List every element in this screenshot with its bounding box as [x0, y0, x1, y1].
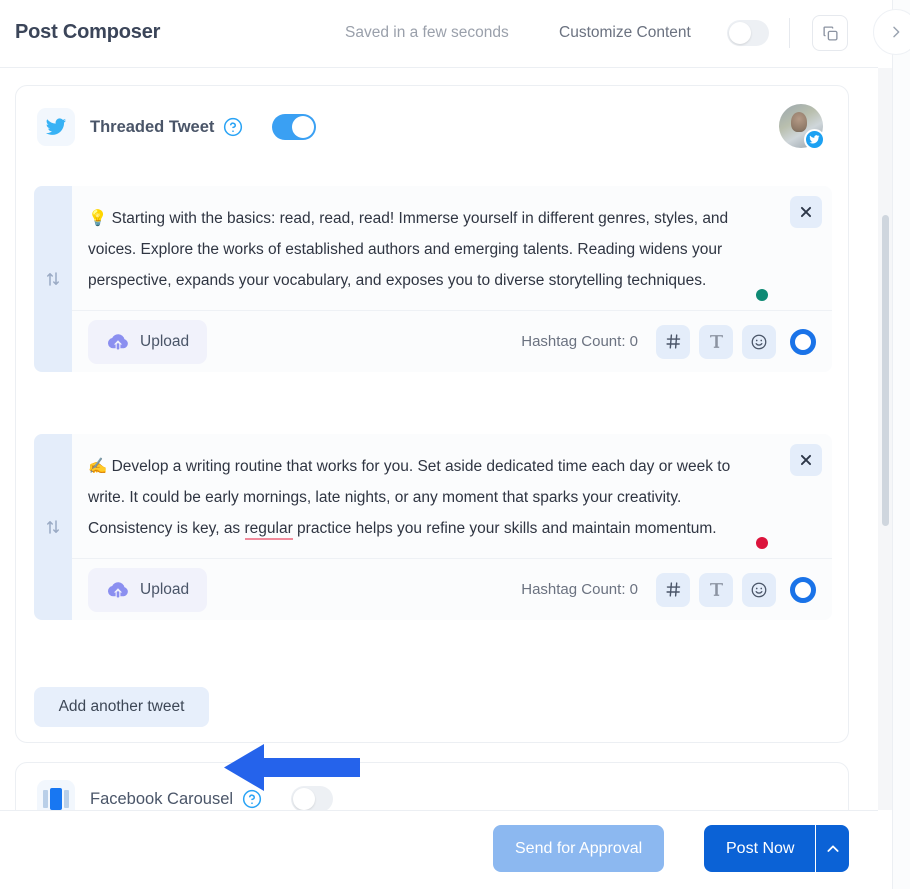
hashtag-count-label: Hashtag Count: 0	[521, 333, 638, 350]
text-format-icon	[709, 583, 723, 596]
post-now-label: Post Now	[726, 839, 795, 857]
drag-sort-icon[interactable]	[34, 186, 72, 372]
facebook-carousel-toggle[interactable]	[291, 786, 334, 810]
emoji-button[interactable]	[742, 572, 776, 607]
hashtag-icon	[665, 582, 680, 597]
tweet-toolbar: Upload Hashtag Count: 0	[72, 558, 832, 620]
cloud-upload-icon	[107, 333, 128, 349]
tweet-textarea[interactable]: 💡 Starting with the basics: read, read, …	[72, 186, 832, 310]
header-divider	[789, 18, 790, 48]
hashtag-count-label: Hashtag Count: 0	[521, 581, 638, 598]
drag-sort-glyph	[47, 520, 59, 534]
text-format-button[interactable]	[699, 324, 733, 359]
tweet-toolbar: Upload Hashtag Count: 0	[72, 310, 832, 372]
hashtag-icon	[665, 334, 680, 349]
remove-tweet-button[interactable]	[790, 444, 822, 476]
saved-status: Saved in a few seconds	[345, 24, 509, 41]
tweet-text-content: 💡 Starting with the basics: read, read, …	[88, 210, 729, 289]
remove-tweet-button[interactable]	[790, 196, 822, 228]
avatar[interactable]	[779, 104, 825, 150]
emoji-icon	[751, 334, 767, 349]
send-for-approval-button[interactable]: Send for Approval	[493, 825, 665, 872]
upload-button[interactable]: Upload	[88, 567, 208, 612]
help-circle-icon[interactable]	[242, 789, 262, 809]
character-count-ring[interactable]	[790, 576, 816, 603]
post-composer-screen: Post Composer Saved in a few seconds Cus…	[0, 0, 910, 889]
add-another-tweet-label: Add another tweet	[58, 698, 185, 715]
app-header: Post Composer Saved in a few seconds Cus…	[0, 0, 910, 67]
facebook-carousel-header: Facebook Carousel	[37, 780, 334, 810]
close-icon	[800, 206, 812, 218]
next-step-button[interactable]	[873, 9, 910, 55]
chevron-up-icon	[826, 844, 839, 852]
help-circle-icon[interactable]	[223, 117, 243, 137]
text-format-icon	[709, 335, 723, 348]
toggle-knob	[292, 116, 315, 138]
tweet-toolbar-actions: Hashtag Count: 0	[521, 572, 816, 607]
tweet-text-after: practice helps you refine your skills an…	[292, 520, 717, 537]
cloud-upload-icon	[107, 581, 128, 597]
tweet-body: 💡 Starting with the basics: read, read, …	[72, 186, 832, 372]
platform-label: Threaded Tweet	[90, 117, 215, 136]
carousel-bar-left	[43, 790, 48, 808]
composer-scroll-area[interactable]: Threaded Tweet 💡 Starting with the basic…	[0, 68, 878, 810]
close-icon	[800, 454, 812, 466]
chevron-right-icon	[893, 26, 900, 38]
facebook-carousel-card: Facebook Carousel	[15, 762, 849, 810]
spelling-error-word: regular	[244, 520, 293, 540]
help-circle-glyph	[242, 789, 262, 809]
hashtag-button[interactable]	[656, 572, 690, 607]
twitter-icon	[37, 108, 75, 146]
send-for-approval-label: Send for Approval	[515, 839, 643, 857]
customize-content-toggle[interactable]	[727, 20, 769, 46]
hashtag-button[interactable]	[656, 324, 690, 359]
copy-button[interactable]	[812, 15, 848, 51]
help-circle-glyph	[224, 117, 243, 137]
upload-label: Upload	[140, 580, 190, 598]
twitter-badge-icon	[804, 129, 825, 150]
post-now-button[interactable]: Post Now	[704, 825, 817, 872]
text-format-button[interactable]	[699, 572, 733, 607]
tweet-body: ✍️ Develop a writing routine that works …	[72, 434, 832, 620]
twitter-badge-bird-icon	[809, 135, 820, 144]
status-dot	[756, 289, 768, 301]
page-title: Post Composer	[15, 21, 161, 43]
carousel-bar-right	[64, 790, 69, 808]
platform-card-header: Threaded Tweet	[37, 108, 317, 146]
upload-button[interactable]: Upload	[88, 319, 208, 364]
upload-label: Upload	[140, 332, 190, 350]
status-dot	[756, 537, 768, 549]
tweet-block: ✍️ Develop a writing routine that works …	[34, 434, 832, 620]
carousel-icon	[37, 780, 75, 810]
drag-sort-glyph	[47, 272, 59, 286]
vertical-scrollbar-thumb[interactable]	[882, 215, 889, 526]
carousel-bar-center	[50, 788, 62, 810]
copy-icon	[822, 25, 838, 41]
threaded-tweet-card: Threaded Tweet 💡 Starting with the basic…	[15, 85, 849, 743]
post-now-options-button[interactable]	[815, 825, 849, 872]
tweet-block: 💡 Starting with the basics: read, read, …	[34, 186, 832, 372]
toggle-knob	[729, 22, 751, 44]
tweet-toolbar-actions: Hashtag Count: 0	[521, 324, 816, 359]
tweet-textarea[interactable]: ✍️ Develop a writing routine that works …	[72, 434, 832, 558]
drag-sort-icon[interactable]	[34, 434, 72, 620]
add-another-tweet-button[interactable]: Add another tweet	[34, 687, 209, 727]
emoji-button[interactable]	[742, 324, 776, 359]
emoji-icon	[751, 582, 767, 597]
customize-content-label: Customize Content	[559, 24, 691, 41]
facebook-carousel-label: Facebook Carousel	[90, 789, 234, 808]
character-count-ring[interactable]	[790, 328, 816, 355]
right-edge-panel	[892, 0, 910, 889]
twitter-bird-icon	[45, 118, 67, 135]
toggle-knob	[293, 788, 316, 810]
threaded-tweet-toggle[interactable]	[272, 114, 317, 140]
